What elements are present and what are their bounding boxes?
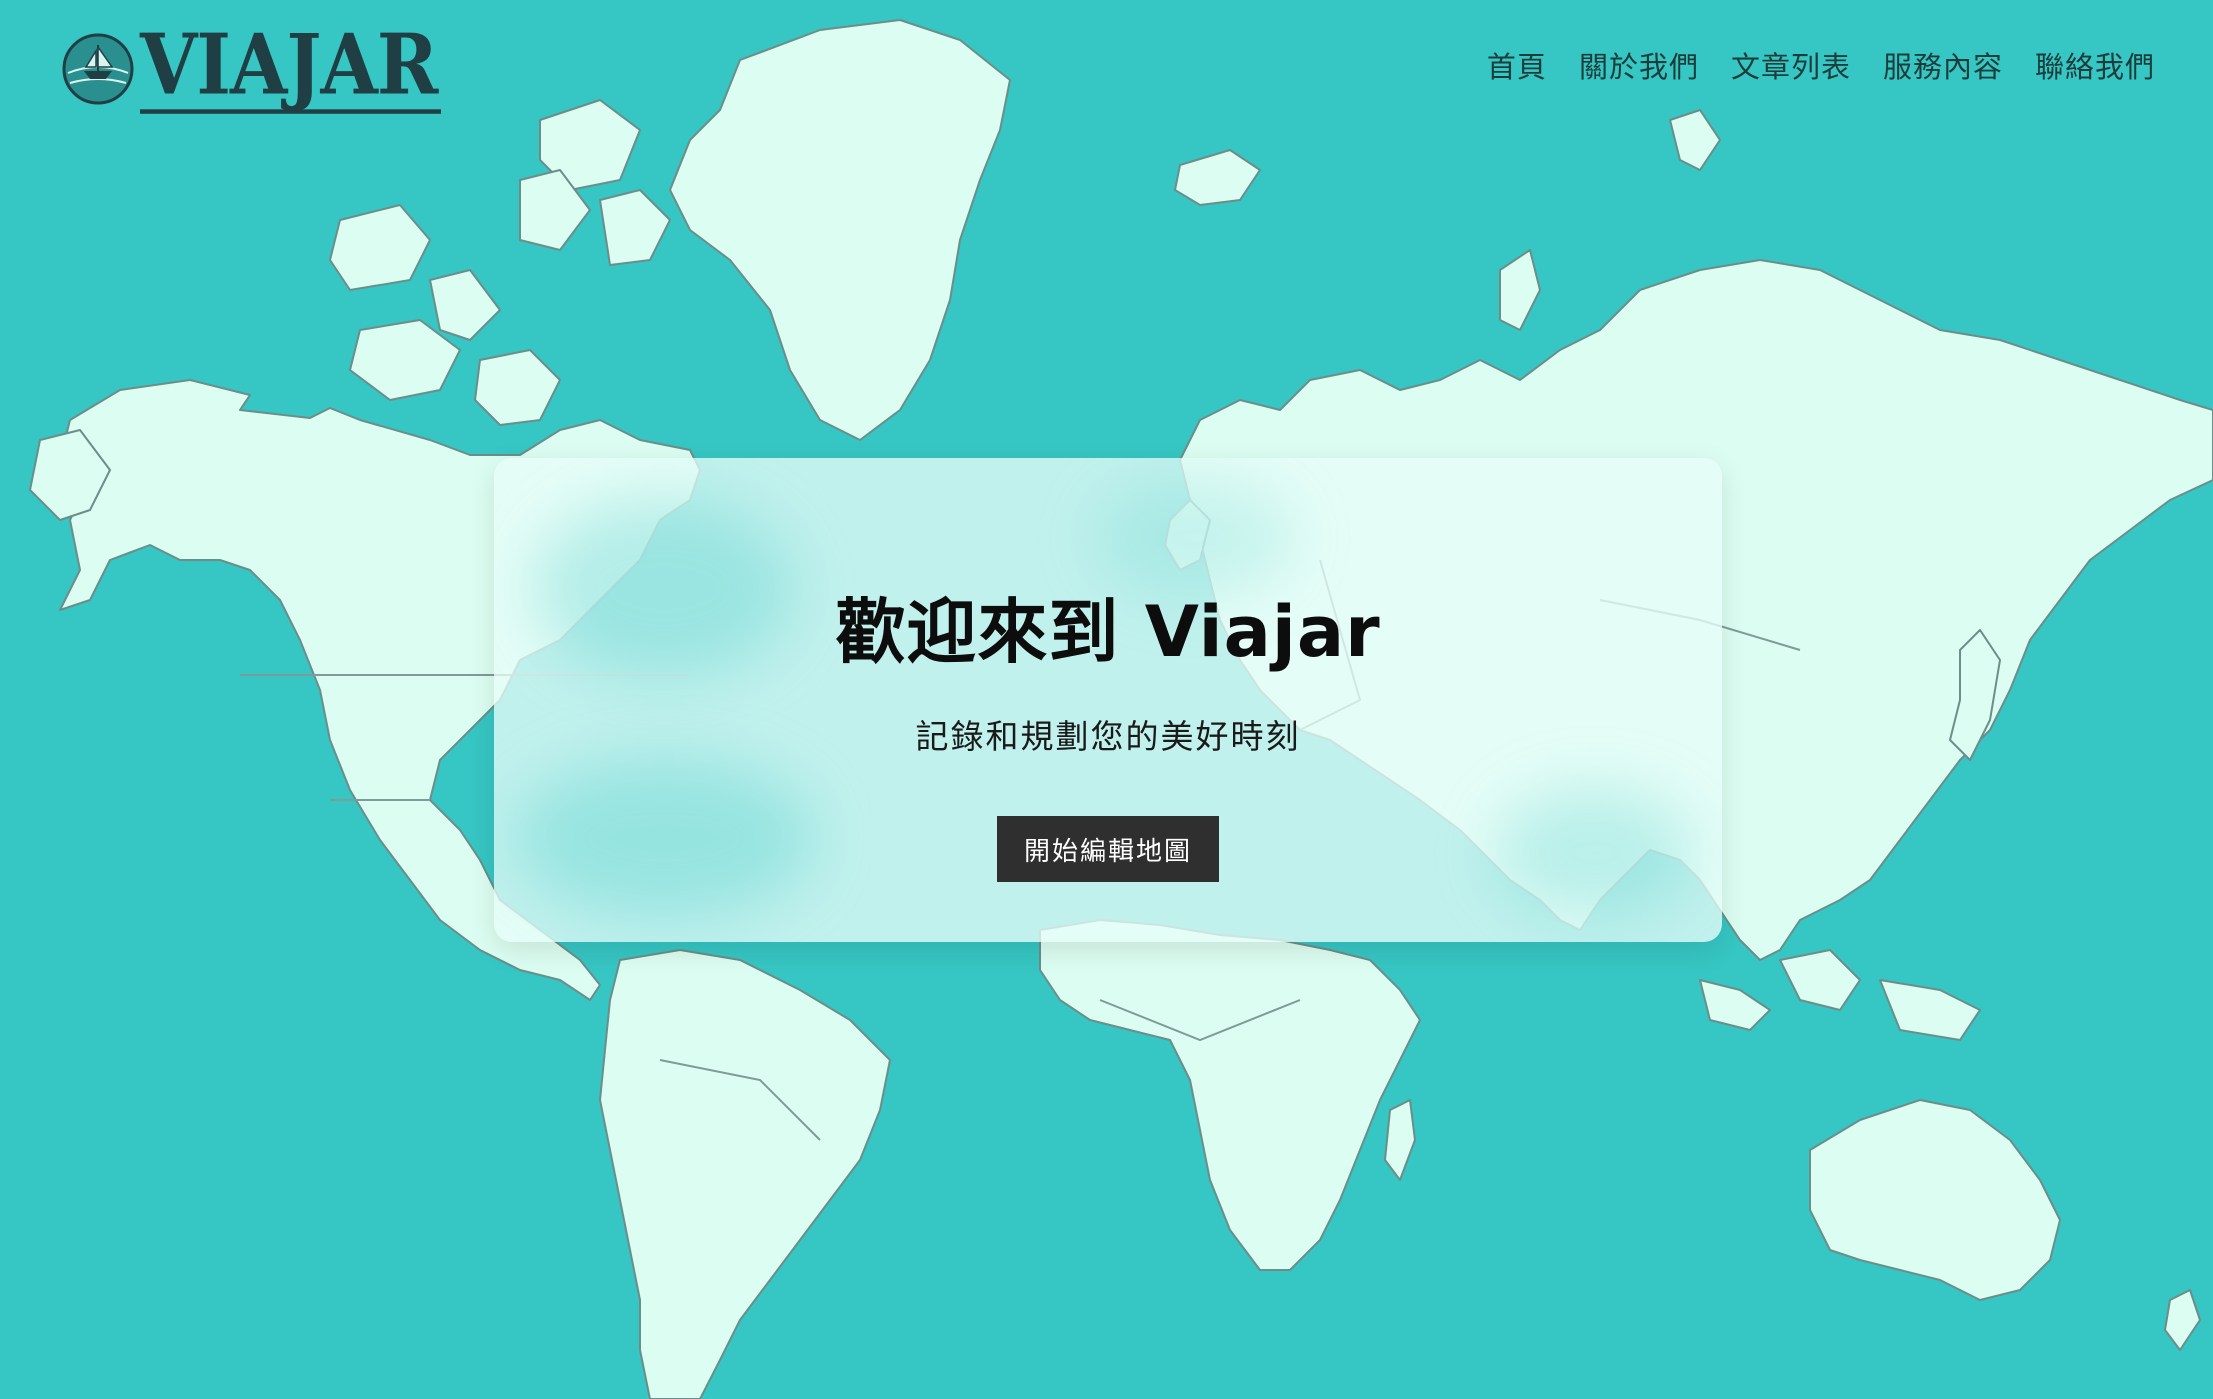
africa-landmass [1039, 919, 1421, 1271]
ship-globe-icon [62, 33, 134, 105]
site-logo[interactable]: VIAJAR [60, 24, 442, 114]
hero-subtitle: 記錄和規劃您的美好時刻 [915, 717, 1301, 756]
decorative-blur [514, 758, 814, 918]
site-header: VIAJAR 首頁 關於我們 文章列表 服務內容 聯絡我們 [0, 0, 2213, 135]
main-nav: 首頁 關於我們 文章列表 服務內容 聯絡我們 [1487, 44, 2155, 86]
nav-item-articles[interactable]: 文章列表 [1731, 44, 1851, 86]
start-edit-map-button[interactable]: 開始編輯地圖 [997, 816, 1219, 882]
nav-item-services[interactable]: 服務內容 [1883, 44, 2003, 86]
nav-item-home[interactable]: 首頁 [1487, 44, 1547, 86]
nav-item-about[interactable]: 關於我們 [1579, 44, 1699, 86]
decorative-blur [1494, 788, 1694, 918]
south-america-landmass [599, 949, 891, 1399]
hero-title: 歡迎來到 Viajar [835, 591, 1381, 673]
hero-card: 歡迎來到 Viajar 記錄和規劃您的美好時刻 開始編輯地圖 [494, 458, 1722, 942]
australia-landmass [1809, 1099, 2061, 1301]
nav-item-contact[interactable]: 聯絡我們 [2035, 44, 2155, 86]
logo-wordmark: VIAJAR [140, 24, 442, 114]
